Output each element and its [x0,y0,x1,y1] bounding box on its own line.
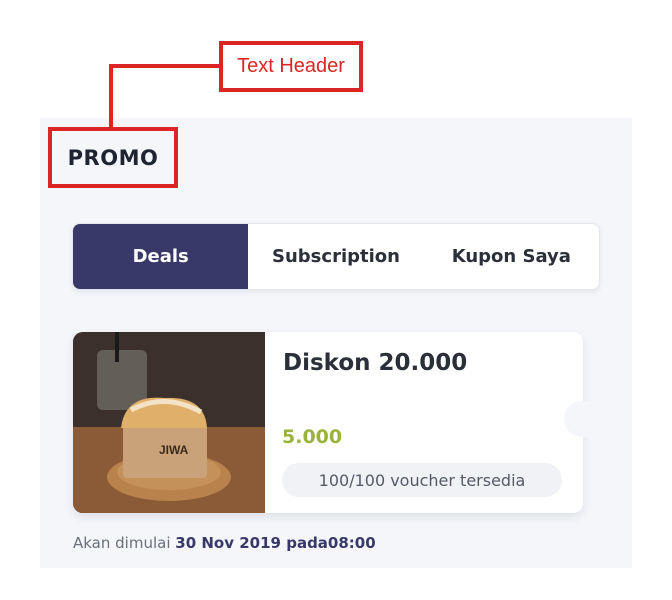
page-title-highlight: PROMO [48,127,178,188]
tab-kupon-saya[interactable]: Kupon Saya [424,224,599,289]
voucher-price: 5.000 [282,426,343,448]
annotation-label-text: Text Header [237,55,345,77]
ticket-notch [564,401,604,437]
page-title: PROMO [67,145,159,170]
start-prefix: Akan dimulai [73,534,171,552]
tab-subscription[interactable]: Subscription [248,224,423,289]
voucher-stock-text: 100/100 voucher tersedia [318,470,526,490]
annotation-connector-vertical [109,64,113,130]
bread-photo-illustration: JIWA [73,332,265,513]
bread-brand-text: JIWA [159,443,189,457]
screenshot-stage: Text Header PROMO Deals Subscription Kup… [0,0,672,600]
promo-tabs: Deals Subscription Kupon Saya [72,223,600,290]
annotation-connector-horizontal [109,64,221,68]
tab-deals[interactable]: Deals [73,224,249,289]
annotation-label: Text Header [219,41,363,92]
voucher-stock-badge: 100/100 voucher tersedia [282,463,562,497]
voucher-image: JIWA [73,332,265,513]
tab-kupon-saya-label: Kupon Saya [451,246,571,267]
start-datetime: 30 Nov 2019 pada08:00 [175,534,376,552]
tab-deals-label: Deals [132,246,189,267]
voucher-start-note: Akan dimulai 30 Nov 2019 pada08:00 [73,534,376,552]
tab-subscription-label: Subscription [272,246,400,267]
voucher-title: Diskon 20.000 [283,350,468,376]
